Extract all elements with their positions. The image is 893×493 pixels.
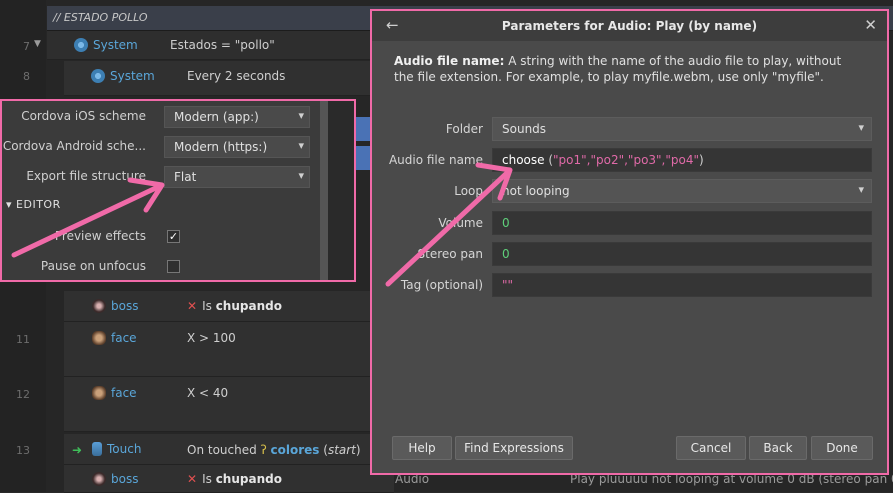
param-row-folder: Folder Sounds ▾ [372,117,887,141]
editor-section-header[interactable]: ▾ EDITOR [6,198,61,211]
param-row-volume: Volume 0 [372,211,887,235]
event-condition: ✕ Is chupando [187,299,282,313]
line-number: 13 [16,444,30,457]
property-row: Preview effects ✓ [2,223,318,251]
event-row[interactable]: Touch On touched ʔ colores (start) [64,434,394,465]
group-title: // ESTADO POLLO [53,11,148,24]
line-number: 11 [16,333,30,346]
tag-input[interactable]: "" [492,273,872,297]
property-label: Export file structure [26,169,146,183]
boss-sprite-icon [92,299,106,313]
line-number: 8 [23,70,30,83]
volume-input[interactable]: 0 [492,211,872,235]
chevron-down-icon: ▾ [298,109,304,122]
event-object: System [91,69,155,83]
param-row-audio-file: Audio file name choose ("po1","po2","po3… [372,148,887,172]
chevron-down-icon: ▾ [298,169,304,182]
panel-gap [328,101,354,280]
dialog-titlebar: ← Parameters for Audio: Play (by name) ✕ [372,11,887,41]
gear-icon [74,38,88,52]
event-row[interactable]: face X < 40 [64,377,394,432]
invert-x-icon: ✕ [187,472,198,486]
chevron-down-icon: ▾ [858,183,864,196]
parameter-description: Audio file name: A string with the name … [394,54,842,84]
event-condition: ✕ Is chupando [187,472,282,486]
event-condition: X < 40 [187,386,229,400]
event-row[interactable]: System Every 2 seconds [64,61,394,96]
property-label: Cordova Android sche... [2,139,146,153]
property-row: Cordova Android sche... Modern (https:) ▾ [2,133,318,161]
event-object: boss [92,299,138,313]
properties-list: Cordova iOS scheme Modern (app:) ▾ Cordov… [2,101,318,280]
pause-on-unfocus-checkbox[interactable] [167,260,180,273]
boss-sprite-icon [92,472,106,486]
event-object: boss [92,472,138,486]
face-sprite-icon [92,331,106,345]
param-row-loop: Loop not looping ▾ [372,179,887,203]
property-label: Pause on unfocus [40,259,146,273]
gear-icon [91,69,105,83]
selection-highlight [356,146,370,170]
selection-highlight [356,117,370,141]
event-condition: Estados = "pollo" [170,38,275,52]
close-icon[interactable]: ✕ [864,16,877,34]
event-row[interactable]: face X > 100 [64,322,394,377]
audio-file-name-input[interactable]: choose ("po1","po2","po3","po4") [492,148,872,172]
export-file-structure-select[interactable]: Flat ▾ [164,166,310,188]
param-label: Folder [445,122,483,136]
event-condition: X > 100 [187,331,236,345]
param-label: Audio file name [388,153,483,167]
event-object: face [92,331,137,345]
event-row[interactable]: boss ✕ Is chupando [64,465,394,493]
help-button[interactable]: Help [392,436,452,460]
property-row: Export file structure Flat ▾ [2,163,318,191]
parameters-dialog: ← Parameters for Audio: Play (by name) ✕… [370,9,889,475]
param-row-stereo-pan: Stereo pan 0 [372,242,887,266]
param-row-tag: Tag (optional) "" [372,273,887,297]
property-row: Cordova iOS scheme Modern (app:) ▾ [2,103,318,131]
event-row[interactable]: System Estados = "pollo" [47,31,394,60]
chevron-down-icon: ▾ [298,139,304,152]
cancel-button[interactable]: Cancel [676,436,746,460]
invert-x-icon: ✕ [187,299,198,313]
face-sprite-icon [92,386,106,400]
chevron-down-icon: ▾ [858,121,864,134]
event-row[interactable]: boss ✕ Is chupando [64,291,394,322]
done-button[interactable]: Done [811,436,873,460]
param-label: Volume [438,216,483,230]
expand-arrow-icon[interactable]: ▼ [34,39,41,49]
event-object: face [92,386,137,400]
preview-effects-checkbox[interactable]: ✓ [167,230,180,243]
back-button[interactable]: Back [749,436,807,460]
event-object: System [74,38,138,52]
find-expressions-button[interactable]: Find Expressions [455,436,573,460]
cordova-ios-scheme-select[interactable]: Modern (app:) ▾ [164,106,310,128]
property-label: Cordova iOS scheme [21,109,146,123]
param-label: Stereo pan [417,247,484,261]
line-number: 7 [23,40,30,53]
touch-icon [92,442,102,456]
param-label: Loop [454,184,483,198]
subevent-arrow-icon: ➜ [72,443,83,457]
properties-scrollbar[interactable] [320,101,328,280]
sprite-icon: ʔ [260,443,267,457]
cordova-android-scheme-select[interactable]: Modern (https:) ▾ [164,136,310,158]
event-object: Touch [92,442,141,456]
dialog-title: Parameters for Audio: Play (by name) [501,19,758,33]
param-label: Tag (optional) [400,278,483,292]
line-number: 12 [16,388,30,401]
project-properties-panel: Cordova iOS scheme Modern (app:) ▾ Cordov… [0,99,356,282]
collapse-arrow-icon: ▾ [6,198,17,211]
event-condition: Every 2 seconds [187,69,286,83]
folder-select[interactable]: Sounds ▾ [492,117,872,141]
event-condition: On touched ʔ colores (start) [187,443,361,457]
stereo-pan-input[interactable]: 0 [492,242,872,266]
property-row: Pause on unfocus [2,253,318,281]
loop-select[interactable]: not looping ▾ [492,179,872,203]
property-label: Preview effects [54,229,146,243]
